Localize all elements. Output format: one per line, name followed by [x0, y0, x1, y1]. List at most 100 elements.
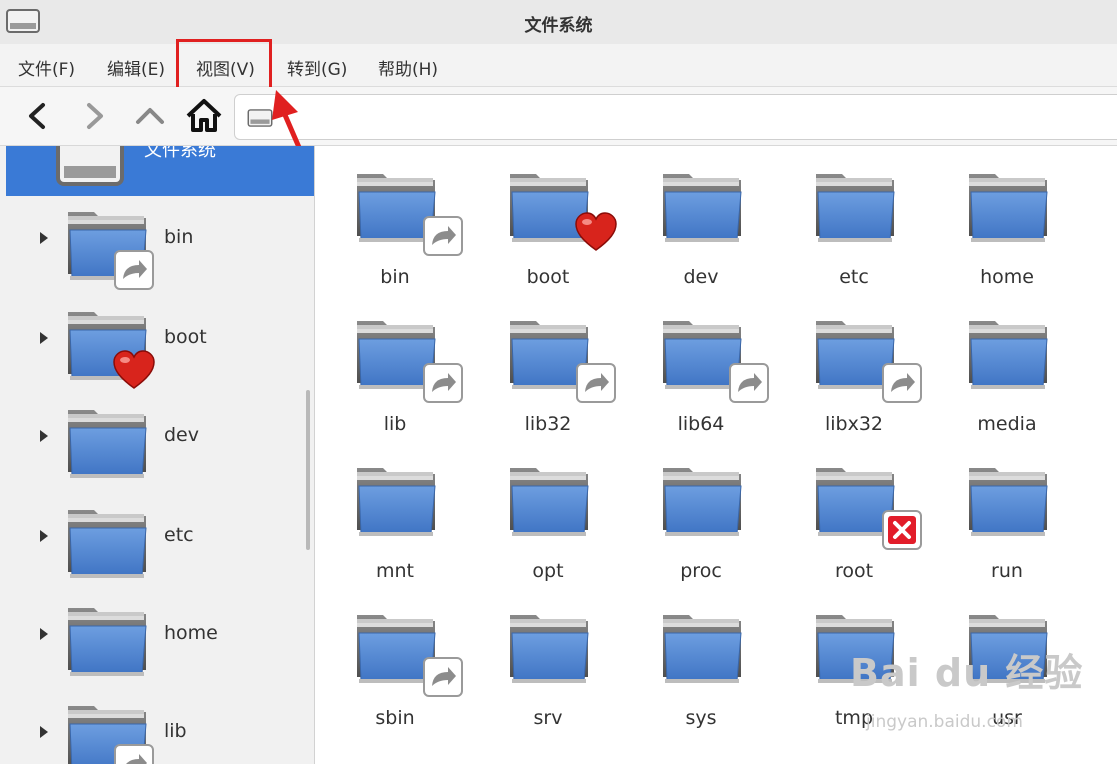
sidebar-item-label: home	[164, 622, 218, 644]
folder-icon	[662, 320, 769, 403]
drive-icon	[44, 146, 136, 192]
file-item-dev[interactable]: dev	[631, 146, 771, 294]
file-item-label: sys	[685, 707, 717, 729]
symlink-emblem-icon	[729, 363, 769, 403]
sidebar-item-lib[interactable]: lib	[0, 692, 314, 764]
sidebar-item-label: 文件系统	[144, 146, 216, 161]
symlink-emblem-icon	[423, 363, 463, 403]
folder-icon	[67, 509, 147, 579]
file-item-lib32[interactable]: lib32	[478, 293, 618, 441]
folder-icon	[509, 173, 617, 251]
expander-triangle-icon[interactable]	[40, 430, 48, 442]
folder-icon	[815, 320, 922, 403]
file-item-label: boot	[526, 266, 570, 288]
file-item-label: home	[980, 266, 1034, 288]
folder-icon	[662, 614, 742, 684]
menu-edit[interactable]: 编辑(E)	[107, 53, 165, 82]
menu-view[interactable]: 视图(V)	[196, 53, 255, 82]
folder-icon	[509, 614, 589, 684]
file-item-boot[interactable]: boot	[478, 146, 618, 294]
menu-file[interactable]: 文件(F)	[18, 53, 75, 82]
file-item-run[interactable]: run	[937, 440, 1077, 588]
file-item-label: lib	[383, 413, 407, 435]
folder-icon	[815, 467, 922, 550]
file-item-lib64[interactable]: lib64	[631, 293, 771, 441]
sidebar-item-bin[interactable]: bin	[0, 198, 314, 292]
file-item-label: proc	[680, 560, 722, 582]
chevron-up-icon[interactable]	[131, 97, 169, 135]
file-item-libx32[interactable]: libx32	[784, 293, 924, 441]
symlink-emblem-icon	[576, 363, 616, 403]
location-bar[interactable]	[234, 94, 1117, 140]
folder-icon	[67, 705, 154, 764]
sidebar-item-label: boot	[164, 326, 207, 348]
heart-emblem-icon	[113, 350, 155, 389]
file-item-sys[interactable]: sys	[631, 587, 771, 735]
symlink-emblem-icon	[882, 363, 922, 403]
file-item-lib[interactable]: lib	[325, 293, 465, 441]
folder-icon	[968, 467, 1048, 537]
expander-triangle-icon[interactable]	[40, 628, 48, 640]
home-icon[interactable]	[185, 97, 223, 135]
chevron-left-icon[interactable]	[18, 97, 56, 135]
sidebar-item-boot[interactable]: boot	[0, 298, 314, 392]
sidebar-item-home[interactable]: home	[0, 594, 314, 688]
folder-icon	[662, 173, 742, 243]
file-item-root[interactable]: root	[784, 440, 924, 588]
folder-icon	[67, 211, 154, 290]
chevron-right-icon[interactable]	[76, 97, 114, 135]
file-item-opt[interactable]: opt	[478, 440, 618, 588]
expander-triangle-icon[interactable]	[40, 726, 48, 738]
menu-bar: 文件(F) 编辑(E) 视图(V) 转到(G) 帮助(H)	[0, 44, 1117, 87]
sidebar-scrollbar[interactable]	[306, 390, 310, 550]
folder-icon	[968, 173, 1048, 243]
symlink-emblem-icon	[423, 657, 463, 697]
file-item-sbin[interactable]: sbin	[325, 587, 465, 735]
folder-icon	[67, 607, 147, 677]
file-item-label: opt	[532, 560, 564, 582]
expander-triangle-icon[interactable]	[40, 332, 48, 344]
file-item-proc[interactable]: proc	[631, 440, 771, 588]
expander-triangle-icon[interactable]	[40, 232, 48, 244]
file-item-label: mnt	[376, 560, 414, 582]
sidebar-item-dev[interactable]: dev	[0, 396, 314, 490]
watermark-logo: Bai du 经验	[850, 651, 1084, 695]
sidebar: 文件系统 bin boot dev etc home lib	[0, 146, 315, 764]
file-item-srv[interactable]: srv	[478, 587, 618, 735]
heart-emblem-icon	[575, 212, 617, 251]
sidebar-item-etc[interactable]: etc	[0, 496, 314, 590]
folder-icon	[509, 467, 589, 537]
watermark-url: jingyan.baidu.com	[866, 712, 1023, 732]
sidebar-item-filesystem[interactable]: 文件系统	[6, 146, 314, 196]
file-item-label: media	[977, 413, 1037, 435]
expander-triangle-icon[interactable]	[40, 530, 48, 542]
folder-icon	[356, 173, 463, 256]
toolbar	[0, 87, 1117, 146]
file-item-label: etc	[839, 266, 869, 288]
folder-icon	[662, 467, 742, 537]
file-item-etc[interactable]: etc	[784, 146, 924, 294]
folder-icon	[67, 409, 147, 479]
folder-icon	[509, 320, 616, 403]
menu-go[interactable]: 转到(G)	[287, 53, 347, 82]
folder-icon	[356, 320, 463, 403]
sidebar-item-label: lib	[164, 720, 187, 742]
no-access-emblem-icon	[882, 510, 922, 550]
file-item-mnt[interactable]: mnt	[325, 440, 465, 588]
folder-icon	[968, 320, 1048, 390]
sidebar-item-label: dev	[164, 424, 199, 446]
menu-help[interactable]: 帮助(H)	[378, 53, 438, 82]
file-item-label: libx32	[824, 413, 884, 435]
file-item-bin[interactable]: bin	[325, 146, 465, 294]
file-item-label: lib32	[524, 413, 572, 435]
file-item-media[interactable]: media	[937, 293, 1077, 441]
symlink-emblem-icon	[114, 250, 154, 290]
symlink-emblem-icon	[114, 744, 154, 764]
file-item-label: bin	[380, 266, 410, 288]
file-item-label: lib64	[677, 413, 725, 435]
file-item-label: dev	[683, 266, 719, 288]
file-item-home[interactable]: home	[937, 146, 1077, 294]
title-bar: 文件系统	[0, 0, 1117, 45]
window-title: 文件系统	[524, 16, 593, 36]
file-item-label: root	[834, 560, 874, 582]
